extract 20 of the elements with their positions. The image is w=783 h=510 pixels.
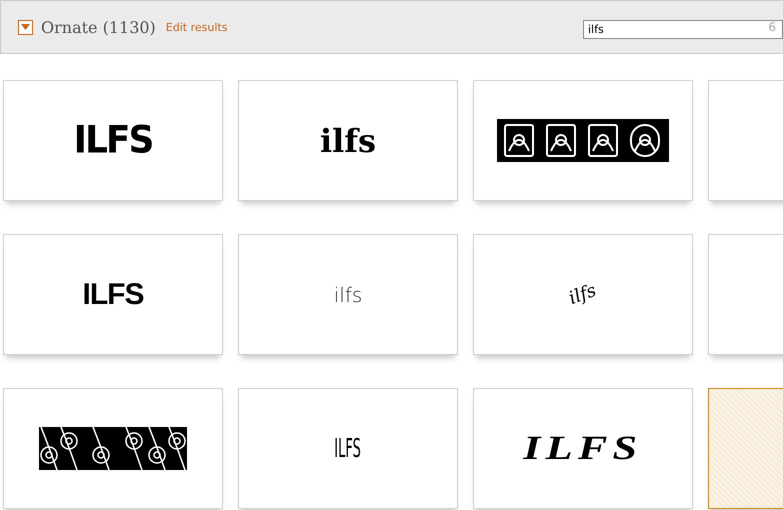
- category-title: Ornate (1130): [41, 18, 156, 36]
- caret-icon: [21, 24, 30, 30]
- font-preview-card[interactable]: ilfs: [473, 234, 693, 355]
- font-sample: ilfs: [567, 281, 599, 308]
- result-count: 6: [768, 20, 776, 34]
- font-sample: ILFS: [523, 432, 643, 466]
- font-preview-card[interactable]: ilfs: [238, 234, 458, 355]
- font-sample: ILFS: [74, 122, 152, 160]
- font-sample: ilfs: [320, 124, 376, 156]
- font-preview-card[interactable]: ILFS: [3, 80, 223, 201]
- font-preview-card[interactable]: [473, 80, 693, 201]
- font-preview-card[interactable]: ILFS: [3, 234, 223, 355]
- font-preview-card[interactable]: ILFS: [473, 388, 693, 509]
- collapse-toggle[interactable]: [18, 20, 33, 34]
- font-preview-card[interactable]: [3, 388, 223, 509]
- font-sample: ILFS: [334, 436, 362, 462]
- font-preview-card[interactable]: ILFS: [238, 388, 458, 509]
- font-sample: ilfs: [334, 284, 362, 304]
- font-preview-card[interactable]: ilfs: [238, 80, 458, 201]
- font-sample: ILFS: [82, 280, 144, 310]
